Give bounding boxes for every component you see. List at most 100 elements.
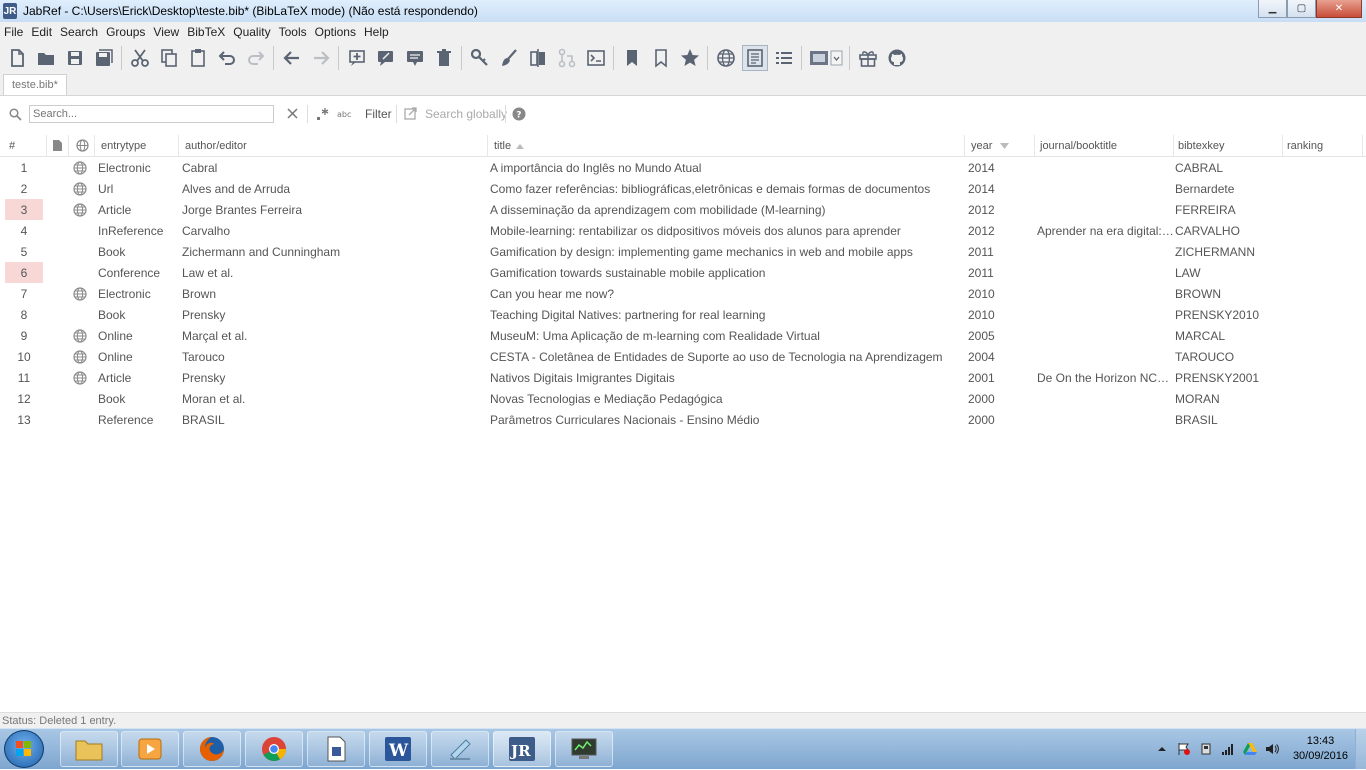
- toggle-groups-list-icon[interactable]: [771, 45, 797, 71]
- paste-icon[interactable]: [185, 45, 211, 71]
- forward-arrow-icon[interactable]: [308, 45, 334, 71]
- open-url-globe-icon[interactable]: [72, 346, 88, 367]
- open-url-globe-icon[interactable]: [72, 199, 88, 220]
- table-row[interactable]: 11 Article Prensky Nativos Digitais Imigran…: [0, 367, 1366, 388]
- menu-options[interactable]: Options: [311, 25, 360, 39]
- taskbar-chrome[interactable]: [245, 731, 303, 767]
- table-row[interactable]: 6 Conference Law et al. Gamification toward…: [0, 262, 1366, 283]
- column-header-number[interactable]: #: [5, 135, 47, 156]
- back-arrow-icon[interactable]: [279, 45, 305, 71]
- table-row[interactable]: 2 Url Alves and de Arruda Como fazer referê…: [0, 178, 1366, 199]
- table-row[interactable]: 12 Book Moran et al. Novas Tecnologias e Me…: [0, 388, 1366, 409]
- menu-bibtex[interactable]: BibTeX: [183, 25, 229, 39]
- close-button[interactable]: ✕: [1316, 0, 1362, 18]
- volume-icon[interactable]: [1265, 742, 1279, 756]
- search-key-icon[interactable]: [467, 45, 493, 71]
- search-input[interactable]: [29, 105, 274, 123]
- column-header-bibtexkey[interactable]: bibtexkey: [1174, 135, 1283, 156]
- donate-gift-icon[interactable]: [855, 45, 881, 71]
- column-header-title[interactable]: title: [490, 135, 965, 156]
- action-center-flag-icon[interactable]: [1177, 742, 1191, 756]
- menu-quality[interactable]: Quality: [229, 25, 274, 39]
- redo-icon[interactable]: [243, 45, 269, 71]
- save-all-icon[interactable]: [91, 45, 117, 71]
- network-signal-icon[interactable]: [1221, 742, 1235, 756]
- new-file-icon[interactable]: [4, 45, 30, 71]
- menu-view[interactable]: View: [149, 25, 183, 39]
- terminal-icon[interactable]: [583, 45, 609, 71]
- help-icon[interactable]: ?: [512, 107, 526, 121]
- column-header-entrytype[interactable]: entrytype: [97, 135, 179, 156]
- new-entry-icon[interactable]: [344, 45, 370, 71]
- taskbar-document-viewer[interactable]: [307, 731, 365, 767]
- menu-help[interactable]: Help: [360, 25, 393, 39]
- table-row[interactable]: 7 Electronic Brown Can you hear me now? 2010…: [0, 283, 1366, 304]
- cell-journal: Aprender na era digital:…: [1037, 223, 1173, 238]
- table-row[interactable]: 4 InReference Carvalho Mobile-learning: ren…: [0, 220, 1366, 241]
- safely-remove-hardware-icon[interactable]: [1199, 742, 1213, 756]
- undo-icon[interactable]: [214, 45, 240, 71]
- menu-search[interactable]: Search: [56, 25, 102, 39]
- open-url-globe-icon[interactable]: [72, 283, 88, 304]
- column-header-author[interactable]: author/editor: [181, 135, 488, 156]
- delete-icon[interactable]: [431, 45, 457, 71]
- taskbar-firefox[interactable]: [183, 731, 241, 767]
- column-header-year[interactable]: year: [967, 135, 1035, 156]
- unmark-entry-bookmark-icon[interactable]: [648, 45, 674, 71]
- google-drive-icon[interactable]: [1242, 742, 1257, 756]
- taskbar-word[interactable]: W: [369, 731, 427, 767]
- open-url-globe-icon[interactable]: [72, 325, 88, 346]
- taskbar-notepad[interactable]: [431, 731, 489, 767]
- table-row[interactable]: 5 Book Zichermann and Cunningham Gamificati…: [0, 241, 1366, 262]
- column-header-url[interactable]: [69, 135, 95, 156]
- table-row[interactable]: 3 Article Jorge Brantes Ferreira A dissemin…: [0, 199, 1366, 220]
- start-button[interactable]: [4, 730, 44, 768]
- search-globally-label[interactable]: Search globally: [425, 107, 507, 121]
- save-icon[interactable]: [62, 45, 88, 71]
- column-header-journal[interactable]: journal/booktitle: [1036, 135, 1174, 156]
- regex-toggle-icon[interactable]: [316, 107, 330, 121]
- star-icon[interactable]: [677, 45, 703, 71]
- table-row[interactable]: 9 Online Marçal et al. MuseuM: Uma Aplicaçã…: [0, 325, 1366, 346]
- column-header-file[interactable]: [47, 135, 69, 156]
- mark-entry-bookmark-icon[interactable]: [619, 45, 645, 71]
- case-sensitive-toggle-icon[interactable]: abc: [337, 107, 354, 120]
- open-url-globe-icon[interactable]: [72, 178, 88, 199]
- taskbar-jabref[interactable]: JR: [493, 731, 551, 767]
- open-folder-icon[interactable]: [33, 45, 59, 71]
- table-row[interactable]: 8 Book Prensky Teaching Digital Natives: pa…: [0, 304, 1366, 325]
- menu-groups[interactable]: Groups: [102, 25, 149, 39]
- table-row[interactable]: 10 Online Tarouco CESTA - Coletânea de Enti…: [0, 346, 1366, 367]
- menu-edit[interactable]: Edit: [27, 25, 56, 39]
- open-url-globe-icon[interactable]: [72, 367, 88, 388]
- clock[interactable]: 13:43 30/09/2016: [1293, 734, 1348, 764]
- taskbar-explorer[interactable]: [60, 731, 118, 767]
- taskbar-monitor-app[interactable]: [555, 731, 613, 767]
- entry-preview-icon[interactable]: [402, 45, 428, 71]
- menu-tools[interactable]: Tools: [275, 25, 311, 39]
- cut-icon[interactable]: [127, 45, 153, 71]
- maximize-button[interactable]: ▢: [1287, 0, 1316, 18]
- open-url-globe-icon[interactable]: [713, 45, 739, 71]
- taskbar-media-player[interactable]: [121, 731, 179, 767]
- open-url-globe-icon[interactable]: [72, 157, 88, 178]
- merge-entries-icon[interactable]: [525, 45, 551, 71]
- edit-entry-icon[interactable]: [373, 45, 399, 71]
- tab-teste-bib[interactable]: teste.bib*: [3, 74, 67, 95]
- menu-file[interactable]: File: [0, 25, 27, 39]
- table-row[interactable]: 1 Electronic Cabral A importância do Inglês…: [0, 157, 1366, 178]
- cleanup-brush-icon[interactable]: [496, 45, 522, 71]
- github-icon[interactable]: [884, 45, 910, 71]
- search-globally-icon[interactable]: [404, 107, 417, 120]
- clear-search-icon[interactable]: [286, 107, 299, 120]
- push-to-application-icon[interactable]: [807, 45, 845, 71]
- table-row[interactable]: 13 Reference BRASIL Parâmetros Curriculares…: [0, 409, 1366, 430]
- toggle-entry-editor-icon[interactable]: [741, 44, 768, 71]
- copy-icon[interactable]: [156, 45, 182, 71]
- minimize-button[interactable]: ▁: [1258, 0, 1287, 18]
- column-header-ranking[interactable]: ranking: [1283, 135, 1363, 156]
- filter-label[interactable]: Filter: [365, 107, 392, 121]
- show-hidden-icons-icon[interactable]: [1155, 742, 1169, 756]
- pull-changes-icon[interactable]: [554, 45, 580, 71]
- show-desktop-button[interactable]: [1355, 729, 1366, 769]
